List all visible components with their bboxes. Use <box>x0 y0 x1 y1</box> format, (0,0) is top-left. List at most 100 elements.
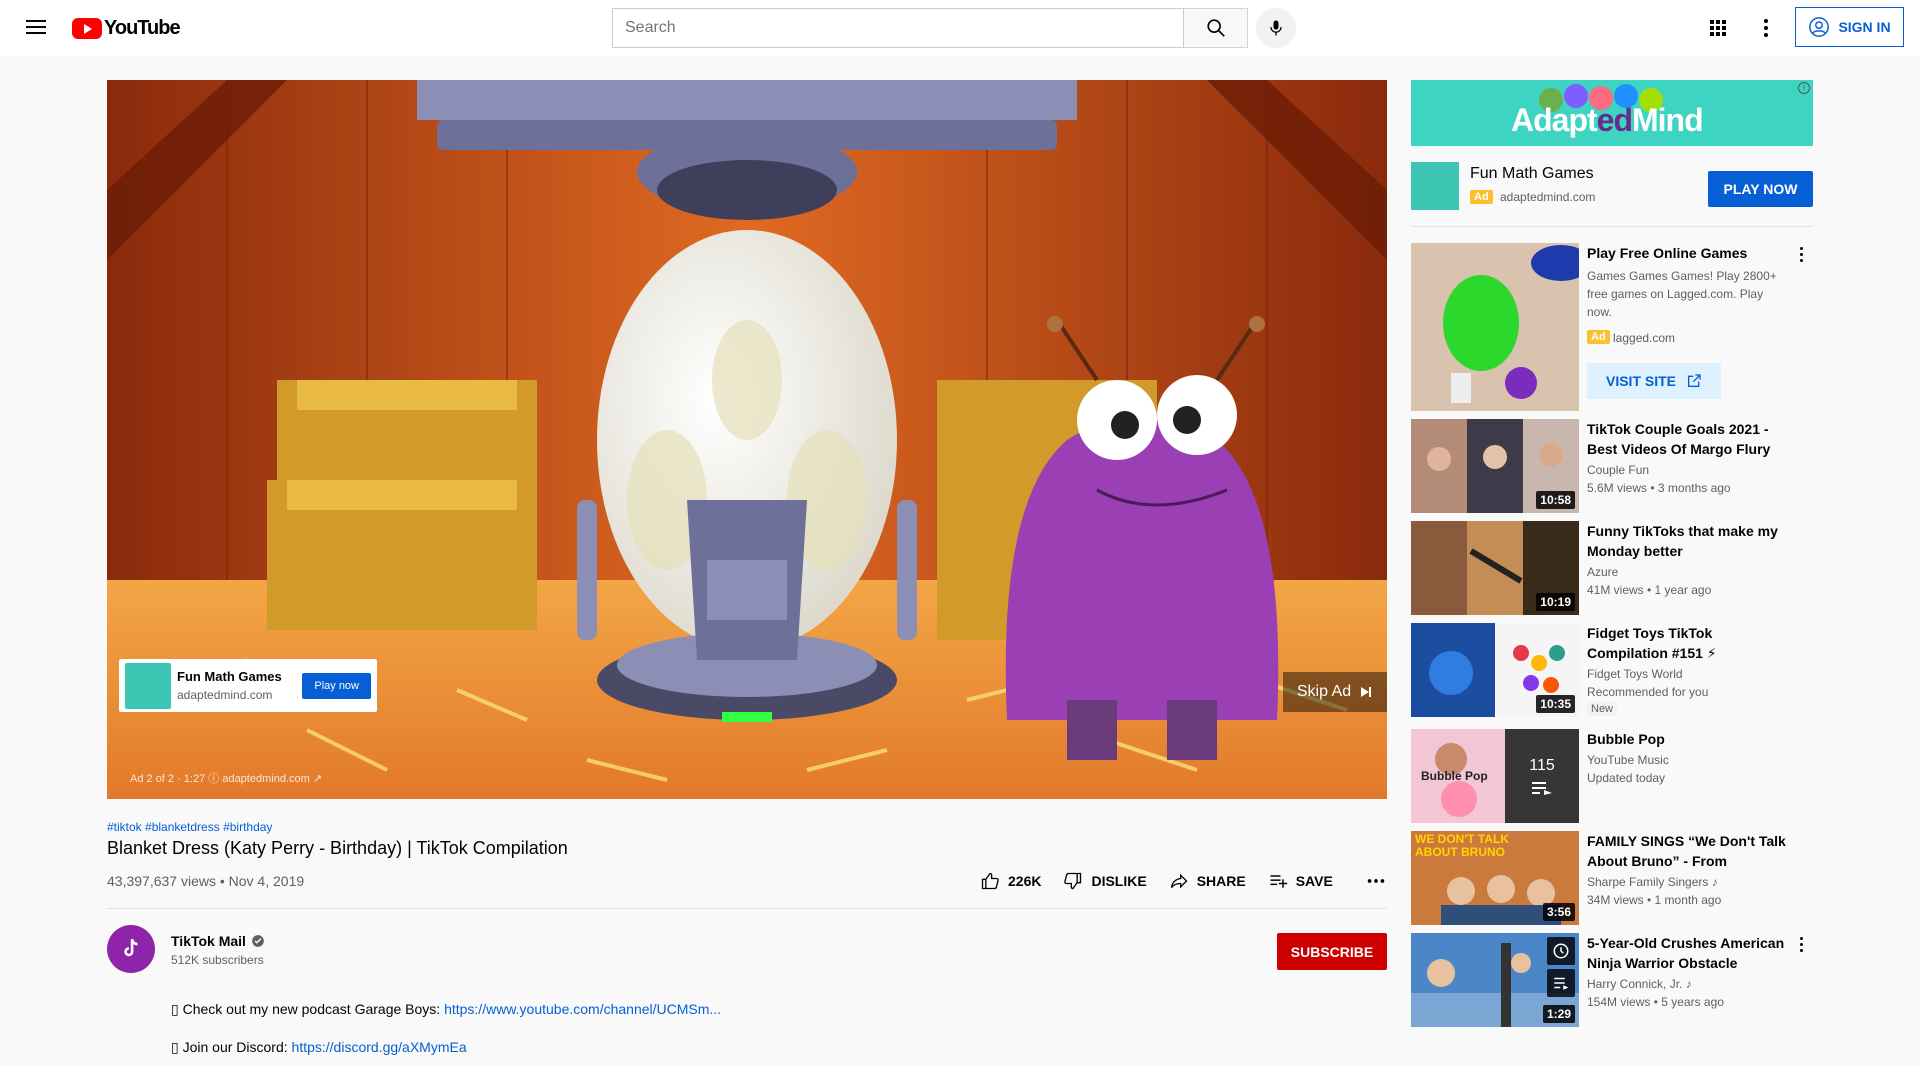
top-bar: YouTube SIGN IN <box>0 0 1920 56</box>
promo-domain: lagged.com <box>1613 331 1676 345</box>
overlay-ad-title: Fun Math Games <box>177 669 282 684</box>
playlist-thumb-text: Bubble Pop <box>1421 769 1488 783</box>
logo-text: YouTube <box>104 16 181 39</box>
search-input[interactable] <box>613 9 1183 47</box>
rec-title: Fidget Toys TikTok Compilation #151 ⚡ <box>1587 625 1717 661</box>
duration-badge: 10:35 <box>1536 695 1575 713</box>
rec-title: 5-Year-Old Crushes American Ninja Warrio… <box>1587 935 1785 971</box>
more-actions-icon[interactable] <box>1365 870 1387 892</box>
visit-site-label: VISIT SITE <box>1605 373 1676 389</box>
rec-meta: Updated today <box>1587 771 1666 785</box>
rec-title: FAMILY SINGS “We Don't Talk About Bruno”… <box>1587 833 1786 869</box>
verified-icon <box>252 935 264 947</box>
playlist-count: 115 <box>1529 757 1555 774</box>
video-description: ▯ Check out my new podcast Garage Boys: … <box>171 990 721 1066</box>
share-label: SHARE <box>1196 873 1246 889</box>
video-hashtags[interactable]: #tiktok #blanketdress #birthday <box>107 820 272 834</box>
sign-in-button[interactable]: SIGN IN <box>1795 7 1904 47</box>
duration-badge: 1:29 <box>1542 1005 1575 1023</box>
clock-icon <box>1553 943 1569 959</box>
rec-thumb-caption: WE DON'T TALK ABOUT BRUNO <box>1415 832 1509 859</box>
sidebar-ad-thumbnail <box>1411 162 1459 210</box>
watch-later-button[interactable] <box>1547 937 1575 965</box>
description-link-2[interactable]: https://discord.gg/aXMymEa <box>292 1039 467 1055</box>
promo-menu-icon[interactable] <box>1793 247 1809 263</box>
playlist-add-icon <box>1270 875 1287 888</box>
like-button[interactable]: 226K <box>980 871 1041 891</box>
rec-channel[interactable]: Fidget Toys World <box>1587 667 1683 681</box>
subscribe-button[interactable]: SUBSCRIBE <box>1277 933 1387 970</box>
save-button[interactable]: SAVE <box>1268 871 1333 891</box>
duration-badge: 10:58 <box>1536 491 1575 509</box>
rec-item-3[interactable]: 10:35 Fidget Toys TikTok Compilation #15… <box>1411 623 1813 717</box>
overlay-ad-play-button[interactable]: Play now <box>302 672 371 699</box>
search-box <box>612 8 1184 48</box>
rec-thumbnail: 1:29 <box>1411 933 1579 1027</box>
add-to-queue-button[interactable] <box>1547 969 1575 997</box>
thumbs-up-icon <box>981 872 999 890</box>
overlay-ad-domain: adaptedmind.com <box>177 688 273 702</box>
menu-icon[interactable] <box>24 16 48 40</box>
ad-info-icon[interactable]: i <box>1798 82 1810 94</box>
visit-site-button[interactable]: VISIT SITE <box>1587 363 1721 399</box>
apps-grid-icon[interactable] <box>1706 16 1730 40</box>
video-views-date: 43,397,637 views • Nov 4, 2019 <box>107 873 305 889</box>
description-line-1: ▯ Check out my new podcast Garage Boys: … <box>171 990 721 1028</box>
channel-avatar[interactable] <box>107 925 155 973</box>
youtube-play-icon <box>72 17 102 39</box>
ad-info-text: Ad 2 of 2 · 1:27 ⓘ adaptedmind.com ↗ <box>130 773 323 785</box>
banner-text-a: Adapt <box>1511 102 1598 138</box>
rec-menu-icon[interactable] <box>1793 937 1809 953</box>
rec-meta: 154M views • 5 years ago <box>1587 995 1724 1009</box>
overlay-ad[interactable]: Fun Math Games adaptedmind.com Play now <box>119 659 377 712</box>
rec-meta: 41M views • 1 year ago <box>1587 583 1712 597</box>
description-text-2: ▯ Join our Discord: <box>171 1039 292 1055</box>
banner-brand-text: AdaptedMind <box>1511 102 1704 139</box>
rec-title: Funny TikToks that make my Monday better <box>1587 523 1778 559</box>
rec-thumbnail: WE DON'T TALK ABOUT BRUNO 3:56 <box>1411 831 1579 925</box>
rec-channel[interactable]: Couple Fun <box>1587 463 1649 477</box>
channel-name[interactable]: TikTok Mail <box>171 933 265 949</box>
sidebar-ad-domain: adaptedmind.com <box>1500 190 1596 204</box>
rec-item-1[interactable]: 10:58 TikTok Couple Goals 2021 - Best Vi… <box>1411 419 1813 513</box>
description-text-1: ▯ Check out my new podcast Garage Boys: <box>171 1001 445 1017</box>
rec-item-4[interactable]: Bubble Pop 115 Bubble Pop YouTube Music … <box>1411 729 1813 823</box>
settings-more-icon[interactable] <box>1754 16 1778 40</box>
sidebar-ad-row[interactable]: Fun Math Games Ad adaptedmind.com PLAY N… <box>1411 160 1813 212</box>
promo-ad[interactable]: Play Free Online Games Games Games Games… <box>1411 243 1813 411</box>
skip-ad-button[interactable]: Skip Ad <box>1283 672 1387 712</box>
account-icon <box>1809 17 1830 37</box>
queue-icon <box>1554 977 1569 990</box>
sidebar-divider <box>1411 226 1813 227</box>
promo-ad-badge: Ad <box>1587 330 1610 344</box>
search-button[interactable] <box>1184 8 1248 48</box>
voice-search-button[interactable] <box>1256 8 1296 48</box>
rec-item-2[interactable]: 10:19 Funny TikToks that make my Monday … <box>1411 521 1813 615</box>
slime-image <box>1443 245 1579 403</box>
search-icon <box>1206 19 1225 37</box>
sidebar-banner-ad[interactable]: AdaptedMind <box>1411 80 1813 146</box>
rec-meta: Recommended for you <box>1587 685 1709 699</box>
rec-channel[interactable]: YouTube Music <box>1587 753 1669 767</box>
rec-thumbnail: 10:19 <box>1411 521 1579 615</box>
subscriber-count: 512K subscribers <box>171 953 264 967</box>
rec-item-6[interactable]: 1:29 5-Year-Old Crushes American Ninja W… <box>1411 933 1813 1027</box>
video-actions: 226K DISLIKE SHARE SAVE <box>980 870 1387 892</box>
share-button[interactable]: SHARE <box>1169 871 1246 891</box>
description-line-2: ▯ Join our Discord: https://discord.gg/a… <box>171 1028 721 1066</box>
like-count: 226K <box>1008 873 1042 889</box>
rec-thumbnail: 10:58 <box>1411 419 1579 513</box>
play-now-button[interactable]: PLAY NOW <box>1708 171 1813 207</box>
dislike-label: DISLIKE <box>1091 873 1147 889</box>
description-link-1[interactable]: https://www.youtube.com/channel/UCMSm... <box>444 1001 721 1017</box>
rec-channel[interactable]: Harry Connick, Jr. ♪ <box>1587 977 1692 991</box>
rec-channel[interactable]: Azure <box>1587 565 1618 579</box>
youtube-logo[interactable]: YouTube <box>72 16 181 39</box>
rec-channel[interactable]: Sharpe Family Singers ♪ <box>1587 875 1718 889</box>
dislike-button[interactable]: DISLIKE <box>1063 871 1147 891</box>
rec-meta: 34M views • 1 month ago <box>1587 893 1722 907</box>
rec-item-5[interactable]: WE DON'T TALK ABOUT BRUNO 3:56 FAMILY SI… <box>1411 831 1813 925</box>
mic-icon <box>1270 20 1282 36</box>
channel-name-text: TikTok Mail <box>171 933 246 949</box>
duration-badge: 10:19 <box>1536 593 1575 611</box>
